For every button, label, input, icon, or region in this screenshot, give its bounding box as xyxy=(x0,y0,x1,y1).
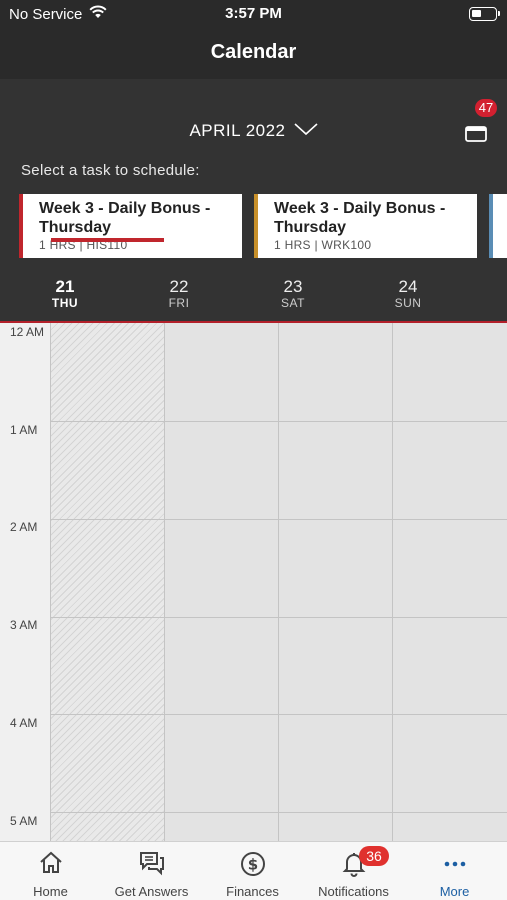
task-meta: 1 HRS | WRK100 xyxy=(274,238,372,252)
day-column-header[interactable]: 23 SAT xyxy=(263,277,377,322)
month-label: APRIL 2022 xyxy=(189,121,286,140)
calendar-grid[interactable]: 12 AM 1 AM 2 AM 3 AM 4 AM 5 AM xyxy=(0,323,507,841)
tab-get-answers[interactable]: Get Answers xyxy=(101,842,202,900)
chat-icon xyxy=(101,850,202,878)
month-selector[interactable]: APRIL 2022 xyxy=(0,121,507,141)
app-header: Calendar xyxy=(0,30,507,79)
day-name: SUN xyxy=(394,296,422,310)
page-title: Calendar xyxy=(210,41,297,63)
task-card[interactable]: Week 3 - Daily Bonus - Thursday 1 HRS | … xyxy=(254,194,477,258)
tab-label: Finances xyxy=(226,884,279,899)
battery-icon xyxy=(469,7,500,21)
past-day-hatch xyxy=(50,323,164,841)
svg-text:$: $ xyxy=(247,856,257,874)
grid-divider xyxy=(392,323,393,841)
more-icon xyxy=(404,850,505,878)
task-title: Week 3 - Daily Bonus - Thursday xyxy=(274,200,446,236)
tab-home[interactable]: Home xyxy=(0,842,101,900)
day-number: 21 xyxy=(55,277,75,296)
day-name: SAT xyxy=(281,296,305,310)
time-label: 5 AM xyxy=(10,814,38,828)
day-column-header[interactable]: 21 THU xyxy=(35,277,149,322)
tab-label: Home xyxy=(33,884,68,899)
grid-divider xyxy=(164,323,165,841)
hour-line xyxy=(50,421,507,422)
task-card[interactable]: Week 3 - Daily Bonus - Thursday 1 HRS | … xyxy=(19,194,242,258)
dollar-icon: $ xyxy=(202,850,303,878)
tab-label: More xyxy=(439,884,470,899)
select-task-label: Select a task to schedule: xyxy=(21,162,200,179)
time-label: 3 AM xyxy=(10,618,38,632)
hour-line xyxy=(50,617,507,618)
calendar-icon[interactable] xyxy=(464,121,488,143)
status-bar: No Service 3:57 PM xyxy=(0,0,507,30)
tab-notifications[interactable]: 36 Notifications xyxy=(303,842,404,900)
home-icon xyxy=(0,850,101,878)
time-label: 12 AM xyxy=(10,325,45,339)
calendar-badge: 47 xyxy=(475,99,497,117)
hour-line xyxy=(50,519,507,520)
day-name: FRI xyxy=(168,296,190,310)
task-cards: Week 3 - Daily Bonus - Thursday 1 HRS | … xyxy=(19,194,507,258)
calendar-controls: APRIL 2022 47 Select a task to schedule:… xyxy=(0,79,507,322)
task-title: Week 3 - Daily Bonus - Thursday xyxy=(39,200,211,236)
chevron-down-icon xyxy=(293,121,318,141)
task-card[interactable] xyxy=(489,194,507,258)
tab-finances[interactable]: $ Finances xyxy=(202,842,303,900)
day-column-header[interactable]: 22 FRI xyxy=(149,277,263,322)
day-number: 23 xyxy=(283,277,303,296)
notifications-badge: 36 xyxy=(359,846,389,866)
active-day-indicator xyxy=(51,238,164,242)
day-name: THU xyxy=(51,296,79,310)
grid-divider xyxy=(278,323,279,841)
hour-line xyxy=(50,812,507,813)
day-number: 24 xyxy=(398,277,418,296)
tab-bar: Home Get Answers $ Finances 36 Notificat… xyxy=(0,841,507,900)
time-label: 1 AM xyxy=(10,423,38,437)
day-number: 22 xyxy=(169,277,189,296)
time-label: 4 AM xyxy=(10,716,38,730)
hour-line xyxy=(50,714,507,715)
day-headers: 21 THU 22 FRI 23 SAT 24 SUN xyxy=(0,277,507,322)
tab-label: Notifications xyxy=(318,884,389,899)
tab-label: Get Answers xyxy=(114,884,189,899)
time-gutter: 12 AM 1 AM 2 AM 3 AM 4 AM 5 AM xyxy=(0,323,50,841)
status-time: 3:57 PM xyxy=(225,5,282,22)
time-label: 2 AM xyxy=(10,520,38,534)
day-column-header[interactable]: 24 SUN xyxy=(378,277,492,322)
tab-more[interactable]: More xyxy=(404,842,505,900)
grid-divider xyxy=(50,323,51,841)
